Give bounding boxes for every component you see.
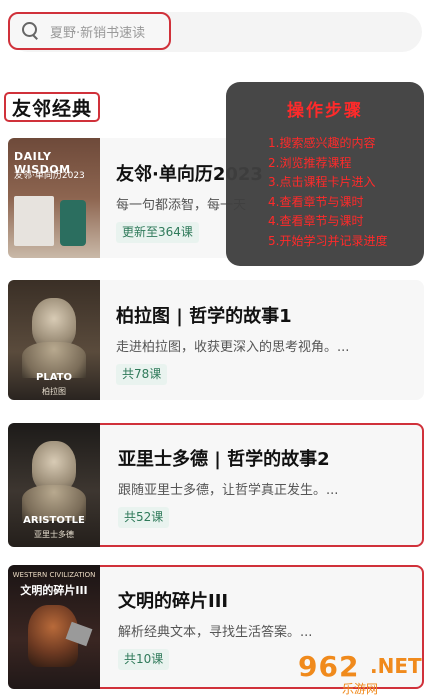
cover-subtitle: 柏拉图 xyxy=(42,387,66,396)
step-item: 4.查看章节与课时 xyxy=(268,214,364,228)
step-item: 1.搜索感兴趣的内容 xyxy=(268,136,376,150)
search-bar: 夏野·新销书速读 xyxy=(8,12,422,52)
section-title: 友邻经典 xyxy=(4,92,100,122)
course-lesson-count: 共52课 xyxy=(118,507,170,528)
course-cover: DAILY WISDOM 友邻·单向历2023 xyxy=(8,138,100,258)
course-lesson-count: 共10课 xyxy=(118,649,170,670)
step-item: 5.开始学习并记录进度 xyxy=(268,233,388,248)
cover-subtitle: 亚里士多德 xyxy=(34,530,74,539)
course-cover: WESTERN CIVILIZATION 文明的碎片III xyxy=(8,565,100,689)
steps-overlay: 操作步骤 1.搜索感兴趣的内容 2.浏览推荐课程 3.点击课程卡片进入 4.查看… xyxy=(226,82,424,266)
overlay-title: 操作步骤 xyxy=(287,101,363,121)
cover-title: WESTERN CIVILIZATION xyxy=(12,571,96,579)
search-input[interactable]: 夏野·新销书速读 xyxy=(8,12,171,50)
steps-list: 1.搜索感兴趣的内容 2.浏览推荐课程 3.点击课程卡片进入 4.查看章节与课时… xyxy=(268,134,387,251)
watermark-site-name: 乐游网 xyxy=(342,682,379,696)
course-cover: PLATO 柏拉图 xyxy=(8,280,100,400)
course-description: 跟随亚里士多德，让哲学真正发生。... xyxy=(118,483,339,498)
course-cover: ARISTOTLE 亚里士多德 xyxy=(8,423,100,547)
course-lesson-count: 更新至364课 xyxy=(116,222,199,243)
course-title: 文明的碎片III xyxy=(118,591,229,612)
watermark-logo: 962 xyxy=(298,650,360,683)
course-card[interactable]: ARISTOTLE 亚里士多德 亚里士多德 | 哲学的故事2 跟随亚里士多德，让… xyxy=(8,423,424,547)
search-icon xyxy=(20,21,40,41)
cover-plant-image xyxy=(60,200,86,246)
step-item: 4.查看章节与课时 xyxy=(268,194,364,209)
course-title: 柏拉图 | 哲学的故事1 xyxy=(116,306,292,327)
cover-subtitle: 友邻·单向历2023 xyxy=(14,171,85,181)
cover-title: ARISTOTLE xyxy=(23,515,85,526)
search-placeholder: 夏野·新销书速读 xyxy=(50,25,146,41)
course-card[interactable]: PLATO 柏拉图 柏拉图 | 哲学的故事1 走进柏拉图，收获更深入的思考视角。… xyxy=(8,280,424,400)
course-description: 走进柏拉图，收获更深入的思考视角。... xyxy=(116,340,350,355)
step-item: 2.浏览推荐课程 xyxy=(268,155,352,170)
cover-title: PLATO xyxy=(36,372,72,383)
course-lesson-count: 共78课 xyxy=(116,364,168,385)
course-title: 亚里士多德 | 哲学的故事2 xyxy=(118,449,330,470)
course-description: 解析经典文本，寻找生活答案。... xyxy=(118,625,313,640)
watermark-net: .NET xyxy=(370,654,422,678)
site-watermark: 962 .NET 乐游网 xyxy=(298,650,430,696)
step-item: 3.点击课程卡片进入 xyxy=(268,175,376,189)
cover-subtitle: 文明的碎片III xyxy=(20,584,88,597)
cover-calendar-image xyxy=(14,196,54,246)
